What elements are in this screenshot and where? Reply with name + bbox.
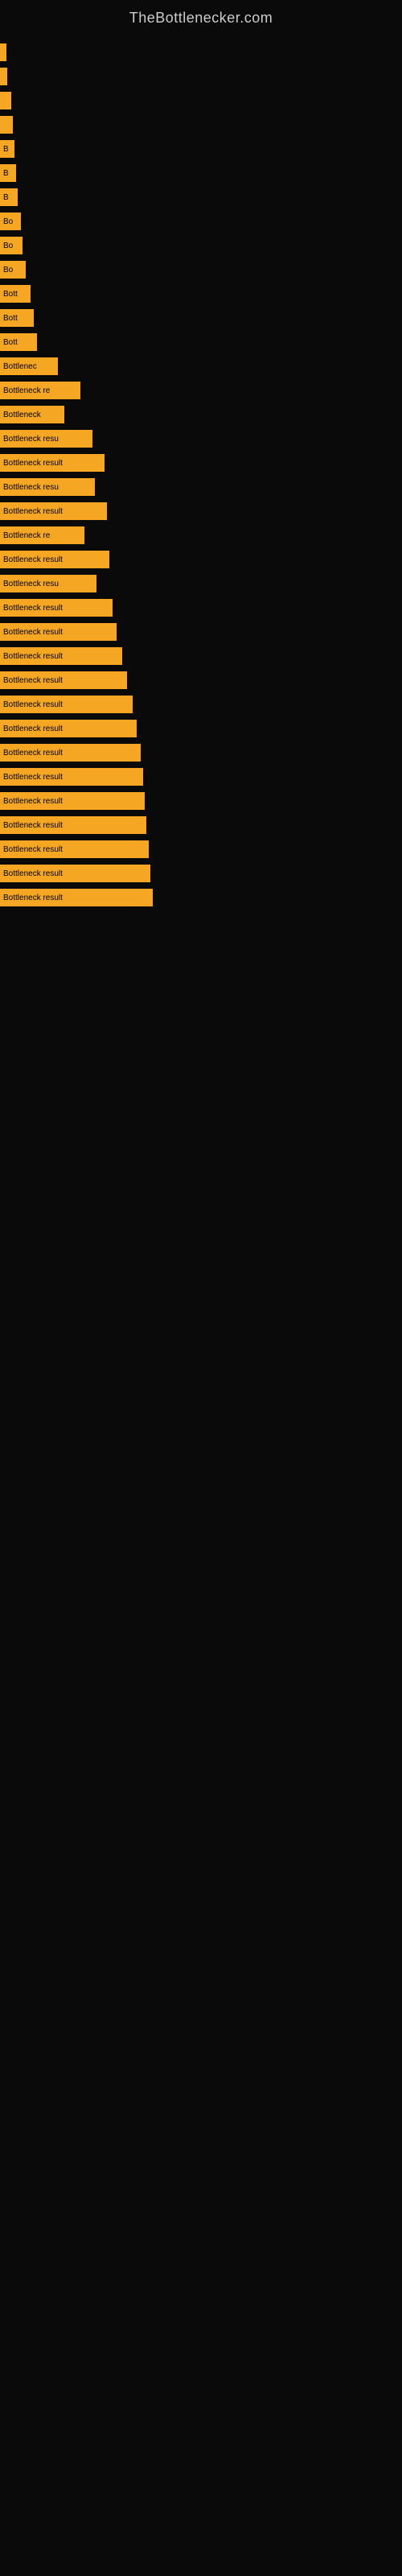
- bar-row: Bo: [0, 258, 402, 281]
- bar-row: Bottleneck result: [0, 766, 402, 788]
- bar-row: Bottleneck re: [0, 524, 402, 547]
- bar-text: Bottleneck result: [3, 459, 63, 468]
- bar-row: Bottleneck result: [0, 790, 402, 812]
- bar-text: Bottleneck result: [3, 604, 63, 613]
- bar-row: Bott: [0, 331, 402, 353]
- bar-text: Bottleneck result: [3, 869, 63, 878]
- bar-text: Bottleneck resu: [3, 483, 59, 492]
- bar-row: [0, 65, 402, 88]
- bar-text: Bottleneck result: [3, 555, 63, 564]
- bar-row: Bottleneck resu: [0, 572, 402, 595]
- bar-text: Bottleneck result: [3, 652, 63, 661]
- site-title: TheBottlenecker.com: [0, 0, 402, 33]
- bar-row: [0, 114, 402, 136]
- bar-row: Bottleneck result: [0, 862, 402, 885]
- bar-text: B: [3, 145, 9, 154]
- bar-row: Bo: [0, 210, 402, 233]
- bar-text: Bott: [3, 314, 18, 323]
- bar-text: Bottleneck result: [3, 724, 63, 733]
- bar-row: Bottleneck result: [0, 548, 402, 571]
- bar-text: Bottlenec: [3, 362, 37, 371]
- bar-text: Bottleneck result: [3, 821, 63, 830]
- bar-row: Bottleneck re: [0, 379, 402, 402]
- bar-text: Bottleneck result: [3, 773, 63, 782]
- bar-row: Bottleneck result: [0, 452, 402, 474]
- bar-text: Bo: [3, 266, 13, 275]
- bar-row: Bottlenec: [0, 355, 402, 378]
- bar-row: Bottleneck: [0, 403, 402, 426]
- bar-text: Bottleneck re: [3, 531, 50, 540]
- bar-row: B: [0, 162, 402, 184]
- bar-text: Bottleneck result: [3, 894, 63, 902]
- bar-text: Bottleneck: [3, 411, 41, 419]
- bar-row: Bottleneck result: [0, 500, 402, 522]
- bar-text: Bottleneck result: [3, 845, 63, 854]
- bar-text: Bottleneck result: [3, 676, 63, 685]
- bar-text: Bottleneck result: [3, 700, 63, 709]
- bar-text: Bottleneck result: [3, 628, 63, 637]
- bar-text: B: [3, 169, 9, 178]
- bar-text: Bottleneck resu: [3, 580, 59, 588]
- bar-text: Bott: [3, 290, 18, 299]
- bar-row: Bottleneck result: [0, 621, 402, 643]
- bar-text: Bott: [3, 338, 18, 347]
- bar-row: Bottleneck resu: [0, 427, 402, 450]
- bar-text: Bottleneck result: [3, 507, 63, 516]
- bar-row: Bott: [0, 283, 402, 305]
- bar-row: Bottleneck result: [0, 597, 402, 619]
- bar-row: Bo: [0, 234, 402, 257]
- bar-row: Bottleneck result: [0, 814, 402, 836]
- bar-row: [0, 89, 402, 112]
- bar-row: B: [0, 138, 402, 160]
- bar-row: B: [0, 186, 402, 208]
- bar-row: Bottleneck result: [0, 886, 402, 909]
- bar-row: Bottleneck resu: [0, 476, 402, 498]
- bar-row: Bott: [0, 307, 402, 329]
- bar-text: Bottleneck result: [3, 749, 63, 758]
- bar-text: Bottleneck re: [3, 386, 50, 395]
- bar-row: Bottleneck result: [0, 717, 402, 740]
- bars-container: B B B Bo Bo Bo Bott Bott Bott Bottlenec Bottleneck…: [0, 33, 402, 919]
- bar-text: Bottleneck resu: [3, 435, 59, 444]
- bar-text: B: [3, 193, 9, 202]
- bar-row: Bottleneck result: [0, 838, 402, 861]
- bar-row: [0, 41, 402, 64]
- bar-text: Bo: [3, 242, 13, 250]
- bar-text: Bo: [3, 217, 13, 226]
- bar-row: Bottleneck result: [0, 645, 402, 667]
- bar-row: Bottleneck result: [0, 693, 402, 716]
- bar-text: Bottleneck result: [3, 797, 63, 806]
- bar-row: Bottleneck result: [0, 669, 402, 691]
- bar-row: Bottleneck result: [0, 741, 402, 764]
